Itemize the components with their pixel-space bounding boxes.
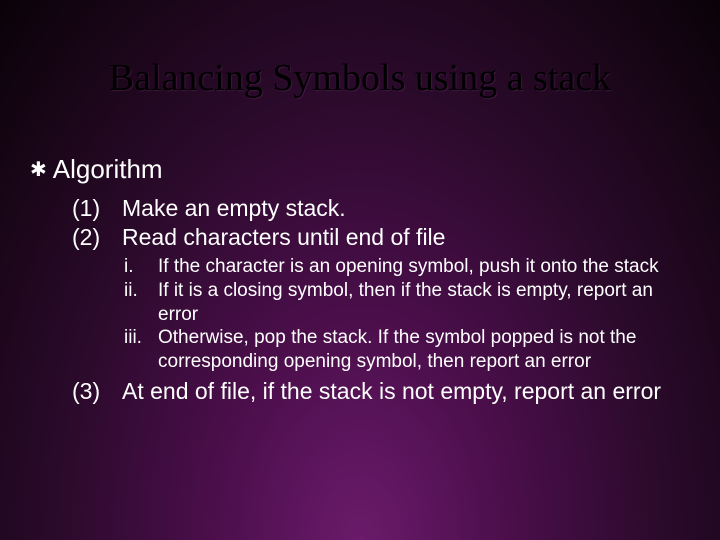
- substep-roman: i.: [124, 255, 158, 279]
- substep-roman: iii.: [124, 326, 158, 374]
- step-text: Read characters until end of file: [122, 224, 445, 251]
- list-item: (1) Make an empty stack.: [72, 195, 690, 222]
- slide-content: ✱ Algorithm (1) Make an empty stack. (2)…: [0, 100, 720, 405]
- step-number: (3): [72, 378, 122, 405]
- substep-text: If it is a closing symbol, then if the s…: [158, 279, 690, 327]
- substep-text: Otherwise, pop the stack. If the symbol …: [158, 326, 690, 374]
- step-number: (1): [72, 195, 122, 222]
- slide-container: Balancing Symbols using a stack ✱ Algori…: [0, 0, 720, 540]
- list-item: iii. Otherwise, pop the stack. If the sy…: [124, 326, 690, 374]
- section-header-text: Algorithm: [53, 154, 163, 185]
- step-text: At end of file, if the stack is not empt…: [122, 378, 661, 405]
- numbered-list: (1) Make an empty stack. (2) Read charac…: [30, 195, 690, 251]
- section-header: ✱ Algorithm: [30, 154, 690, 185]
- numbered-list-cont: (3) At end of file, if the stack is not …: [30, 378, 690, 405]
- step-number: (2): [72, 224, 122, 251]
- list-item: (2) Read characters until end of file: [72, 224, 690, 251]
- list-item: (3) At end of file, if the stack is not …: [72, 378, 690, 405]
- list-item: i. If the character is an opening symbol…: [124, 255, 690, 279]
- star-icon: ✱: [30, 157, 47, 182]
- substep-text: If the character is an opening symbol, p…: [158, 255, 690, 279]
- slide-title: Balancing Symbols using a stack: [0, 0, 720, 100]
- substep-roman: ii.: [124, 279, 158, 327]
- roman-list: i. If the character is an opening symbol…: [30, 255, 690, 374]
- step-text: Make an empty stack.: [122, 195, 346, 222]
- list-item: ii. If it is a closing symbol, then if t…: [124, 279, 690, 327]
